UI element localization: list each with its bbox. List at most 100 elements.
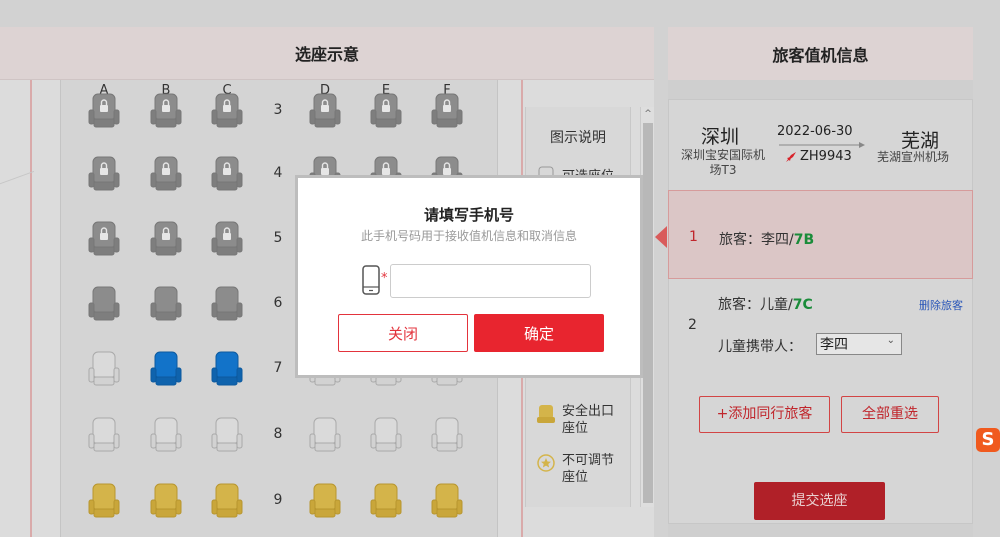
seat-icon	[211, 351, 243, 386]
passenger-1-index: 1	[689, 229, 698, 245]
airline-logo-icon	[786, 151, 796, 162]
seat-9e[interactable]	[370, 482, 402, 520]
seat-3d	[309, 92, 341, 130]
seat-8b[interactable]	[150, 416, 182, 454]
seat-icon	[150, 221, 182, 256]
seat-icon	[150, 351, 182, 386]
passenger-1-info: 旅客：李四/7B	[719, 229, 814, 249]
seat-9f[interactable]	[431, 482, 463, 520]
seat-3e	[370, 92, 402, 130]
seat-6b	[150, 285, 182, 323]
lock-icon	[443, 105, 451, 112]
seat-icon	[88, 351, 120, 386]
seat-7a[interactable]	[88, 350, 120, 388]
seat-8f[interactable]	[431, 416, 463, 454]
seat-icon	[370, 483, 402, 518]
seat-6a	[88, 285, 120, 323]
seat-7c[interactable]	[211, 350, 243, 388]
seat-icon	[431, 483, 463, 518]
companion-label: 儿童携带人：	[718, 339, 802, 355]
seat-icon	[211, 417, 243, 452]
seat-icon	[431, 417, 463, 452]
seat-icon	[88, 156, 120, 191]
seat-8d[interactable]	[309, 416, 341, 454]
mobile-phone-icon	[362, 265, 380, 295]
passenger-2-seat: 7C	[792, 297, 813, 313]
modal-title: 请填写手机号	[423, 206, 514, 224]
chevron-down-icon: ⌄	[886, 335, 895, 346]
seat-7b[interactable]	[150, 350, 182, 388]
seat-icon	[150, 286, 182, 321]
seat-5a	[88, 220, 120, 258]
lock-icon	[382, 168, 390, 175]
seat-icon	[88, 286, 120, 321]
passenger-2-info[interactable]: 旅客：儿童/7C	[718, 294, 813, 314]
seat-8c[interactable]	[211, 416, 243, 454]
lock-icon	[321, 105, 329, 112]
seat-icon	[309, 417, 341, 452]
lock-icon	[443, 168, 451, 175]
seat-5c	[211, 220, 243, 258]
seat-icon	[88, 483, 120, 518]
companion-select[interactable]: 李四 ⌄	[816, 333, 902, 355]
passenger-1-label: 旅客：李四/	[719, 232, 794, 248]
seat-icon	[88, 417, 120, 452]
seat-9b[interactable]	[150, 482, 182, 520]
lock-icon	[100, 168, 108, 175]
seat-6c	[211, 285, 243, 323]
seat-icon	[150, 483, 182, 518]
seat-icon	[88, 93, 120, 128]
seat-9d[interactable]	[309, 482, 341, 520]
sogou-ime-icon[interactable]: S	[976, 428, 1000, 452]
seat-5b	[150, 220, 182, 258]
seat-icon	[309, 93, 341, 128]
departure-airport: 深圳宝安国际机 场T3	[671, 148, 775, 178]
reselect-all-button[interactable]: 全部重选	[841, 396, 939, 433]
submit-seat-button[interactable]: 提交选座	[754, 482, 885, 520]
lock-icon	[382, 105, 390, 112]
seat-4a	[88, 155, 120, 193]
row-number-9: 9	[273, 492, 283, 508]
seat-icon	[431, 93, 463, 128]
row-number-3: 3	[273, 102, 283, 118]
seat-8a[interactable]	[88, 416, 120, 454]
seat-3c	[211, 92, 243, 130]
confirm-button[interactable]: 确定	[474, 314, 604, 352]
required-mark: *	[381, 271, 388, 286]
close-button[interactable]: 关闭	[338, 314, 468, 352]
seat-icon	[211, 221, 243, 256]
lock-icon	[223, 105, 231, 112]
lock-icon	[162, 168, 170, 175]
add-companion-button[interactable]: +添加同行旅客	[699, 396, 830, 433]
row-number-6: 6	[273, 295, 283, 311]
seat-icon	[150, 156, 182, 191]
row-number-8: 8	[273, 426, 283, 442]
flight-number: ZH9943	[785, 149, 852, 164]
row-number-4: 4	[273, 165, 283, 181]
seat-icon	[370, 417, 402, 452]
passenger-row-1[interactable]: 1 旅客：李四/7B	[668, 190, 973, 279]
passenger-1-seat: 7B	[793, 232, 815, 248]
seat-8e[interactable]	[370, 416, 402, 454]
checkin-panel: 旅客值机信息 深圳 深圳宝安国际机 场T3 2022-06-30 ZH9943 芜…	[668, 27, 973, 537]
seat-9a[interactable]	[88, 482, 120, 520]
row-number-7: 7	[273, 360, 283, 376]
active-passenger-pointer	[655, 226, 667, 248]
flight-number-text: ZH9943	[800, 149, 852, 164]
seat-icon	[211, 483, 243, 518]
phone-modal: 请填写手机号 此手机号码用于接收值机信息和取消信息 * 关闭 确定	[295, 175, 643, 378]
seat-icon	[211, 286, 243, 321]
lock-icon	[162, 233, 170, 240]
departure-airport-line2: 场T3	[709, 163, 737, 177]
passenger-2-label: 旅客：儿童/	[718, 297, 793, 313]
lock-icon	[223, 233, 231, 240]
seat-icon	[370, 93, 402, 128]
checkin-title: 旅客值机信息	[668, 27, 973, 80]
lock-icon	[100, 105, 108, 112]
seat-3f	[431, 92, 463, 130]
seat-9c[interactable]	[211, 482, 243, 520]
delete-passenger-link[interactable]: 删除旅客	[919, 297, 963, 313]
phone-number-input[interactable]	[390, 264, 591, 298]
departure-airport-line1: 深圳宝安国际机	[680, 148, 765, 162]
passenger-2-index: 2	[688, 317, 697, 333]
